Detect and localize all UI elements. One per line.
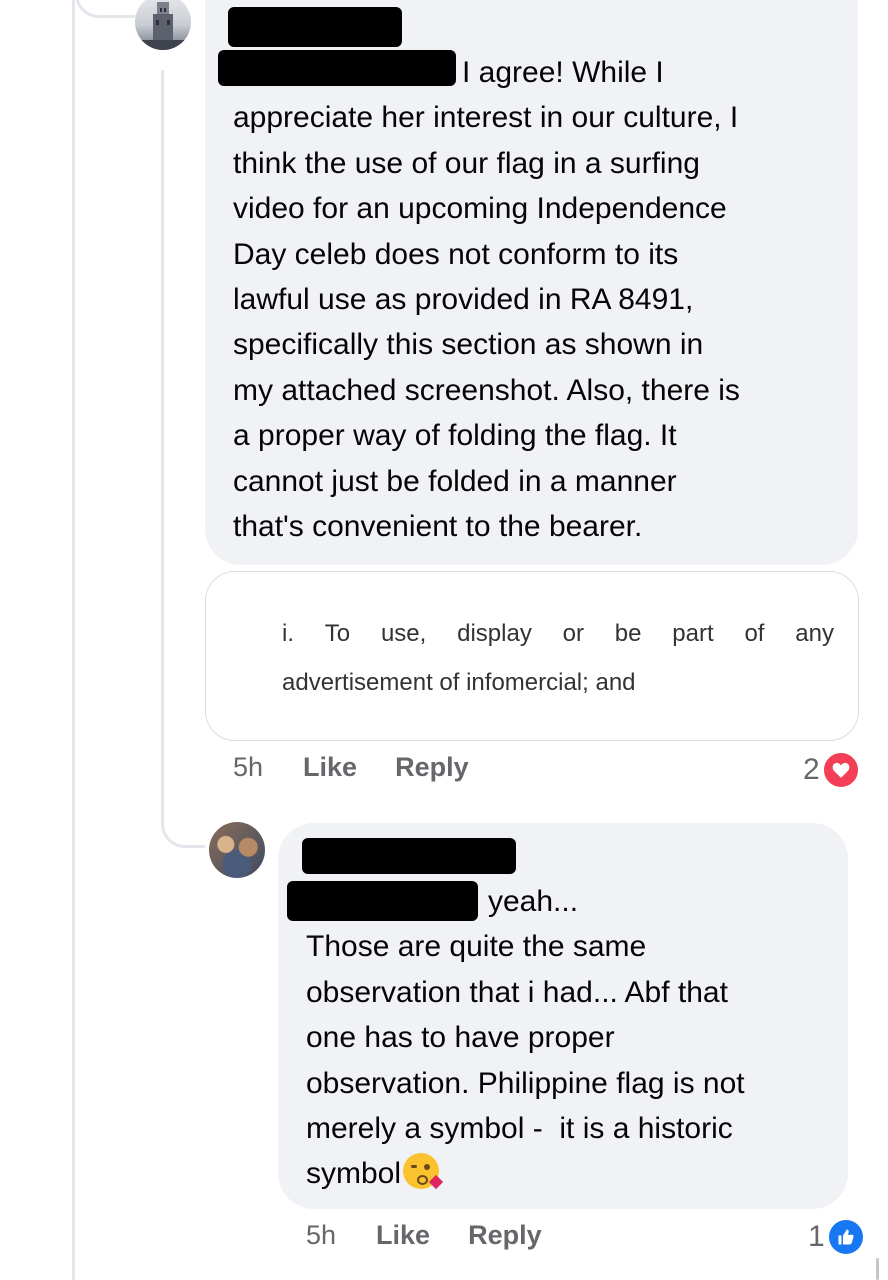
- redacted-author-name: [302, 838, 516, 874]
- avatar[interactable]: [209, 822, 265, 878]
- reply-connector: [161, 800, 205, 848]
- reply-thread-line: [161, 70, 164, 818]
- attachment-word: of: [744, 620, 765, 647]
- attachment-text-line1: i. To use, display or be part of any: [282, 615, 834, 653]
- reaction-count: 1: [808, 1220, 825, 1253]
- comment-body: Those are quite the same observation tha…: [306, 930, 745, 1191]
- thumbs-up-icon: [826, 1218, 865, 1256]
- comment-lead-text: yeah...: [488, 885, 579, 918]
- scrollbar[interactable]: [876, 1258, 879, 1280]
- heart-icon: [821, 751, 860, 789]
- comment-lead-text: I agree! While I: [462, 56, 664, 89]
- attachment-word: i.: [282, 620, 294, 647]
- thread-line: [72, 0, 75, 1280]
- attachment-text-line2: advertisement of infomercial; and: [282, 669, 636, 696]
- reaction-summary[interactable]: 2: [803, 751, 860, 789]
- comment-timestamp[interactable]: 5h: [306, 1220, 336, 1251]
- like-button[interactable]: Like: [303, 752, 357, 783]
- comment-actions: 5h Like Reply: [306, 1220, 542, 1251]
- comment-actions: 5h Like Reply: [233, 752, 469, 783]
- attachment-word: be: [614, 620, 642, 647]
- reply-button[interactable]: Reply: [395, 752, 469, 783]
- attached-screenshot[interactable]: [205, 571, 859, 741]
- comment-text: I agree! While I appreciate her interest…: [233, 50, 843, 549]
- attachment-word: To: [324, 620, 351, 647]
- attachment-word: display: [457, 620, 532, 647]
- reaction-count: 2: [803, 753, 820, 786]
- comment-timestamp[interactable]: 5h: [233, 752, 263, 783]
- like-button[interactable]: Like: [376, 1220, 430, 1251]
- comment-body: appreciate her interest in our culture, …: [233, 101, 740, 544]
- attachment-word: or: [562, 620, 584, 647]
- attachment-word: any: [795, 620, 834, 647]
- avatar-photo: [135, 2, 191, 50]
- comment-text: yeah... Those are quite the same observa…: [306, 879, 836, 1197]
- redacted-author-name: [228, 7, 402, 47]
- attachment-word: part: [672, 620, 714, 647]
- reaction-summary[interactable]: 1: [808, 1218, 865, 1256]
- reply-button[interactable]: Reply: [468, 1220, 542, 1251]
- avatar[interactable]: [135, 0, 191, 50]
- attachment-word: use,: [380, 620, 427, 647]
- thread-connector: [75, 0, 135, 18]
- kissing-face-emoji: [403, 1153, 444, 1190]
